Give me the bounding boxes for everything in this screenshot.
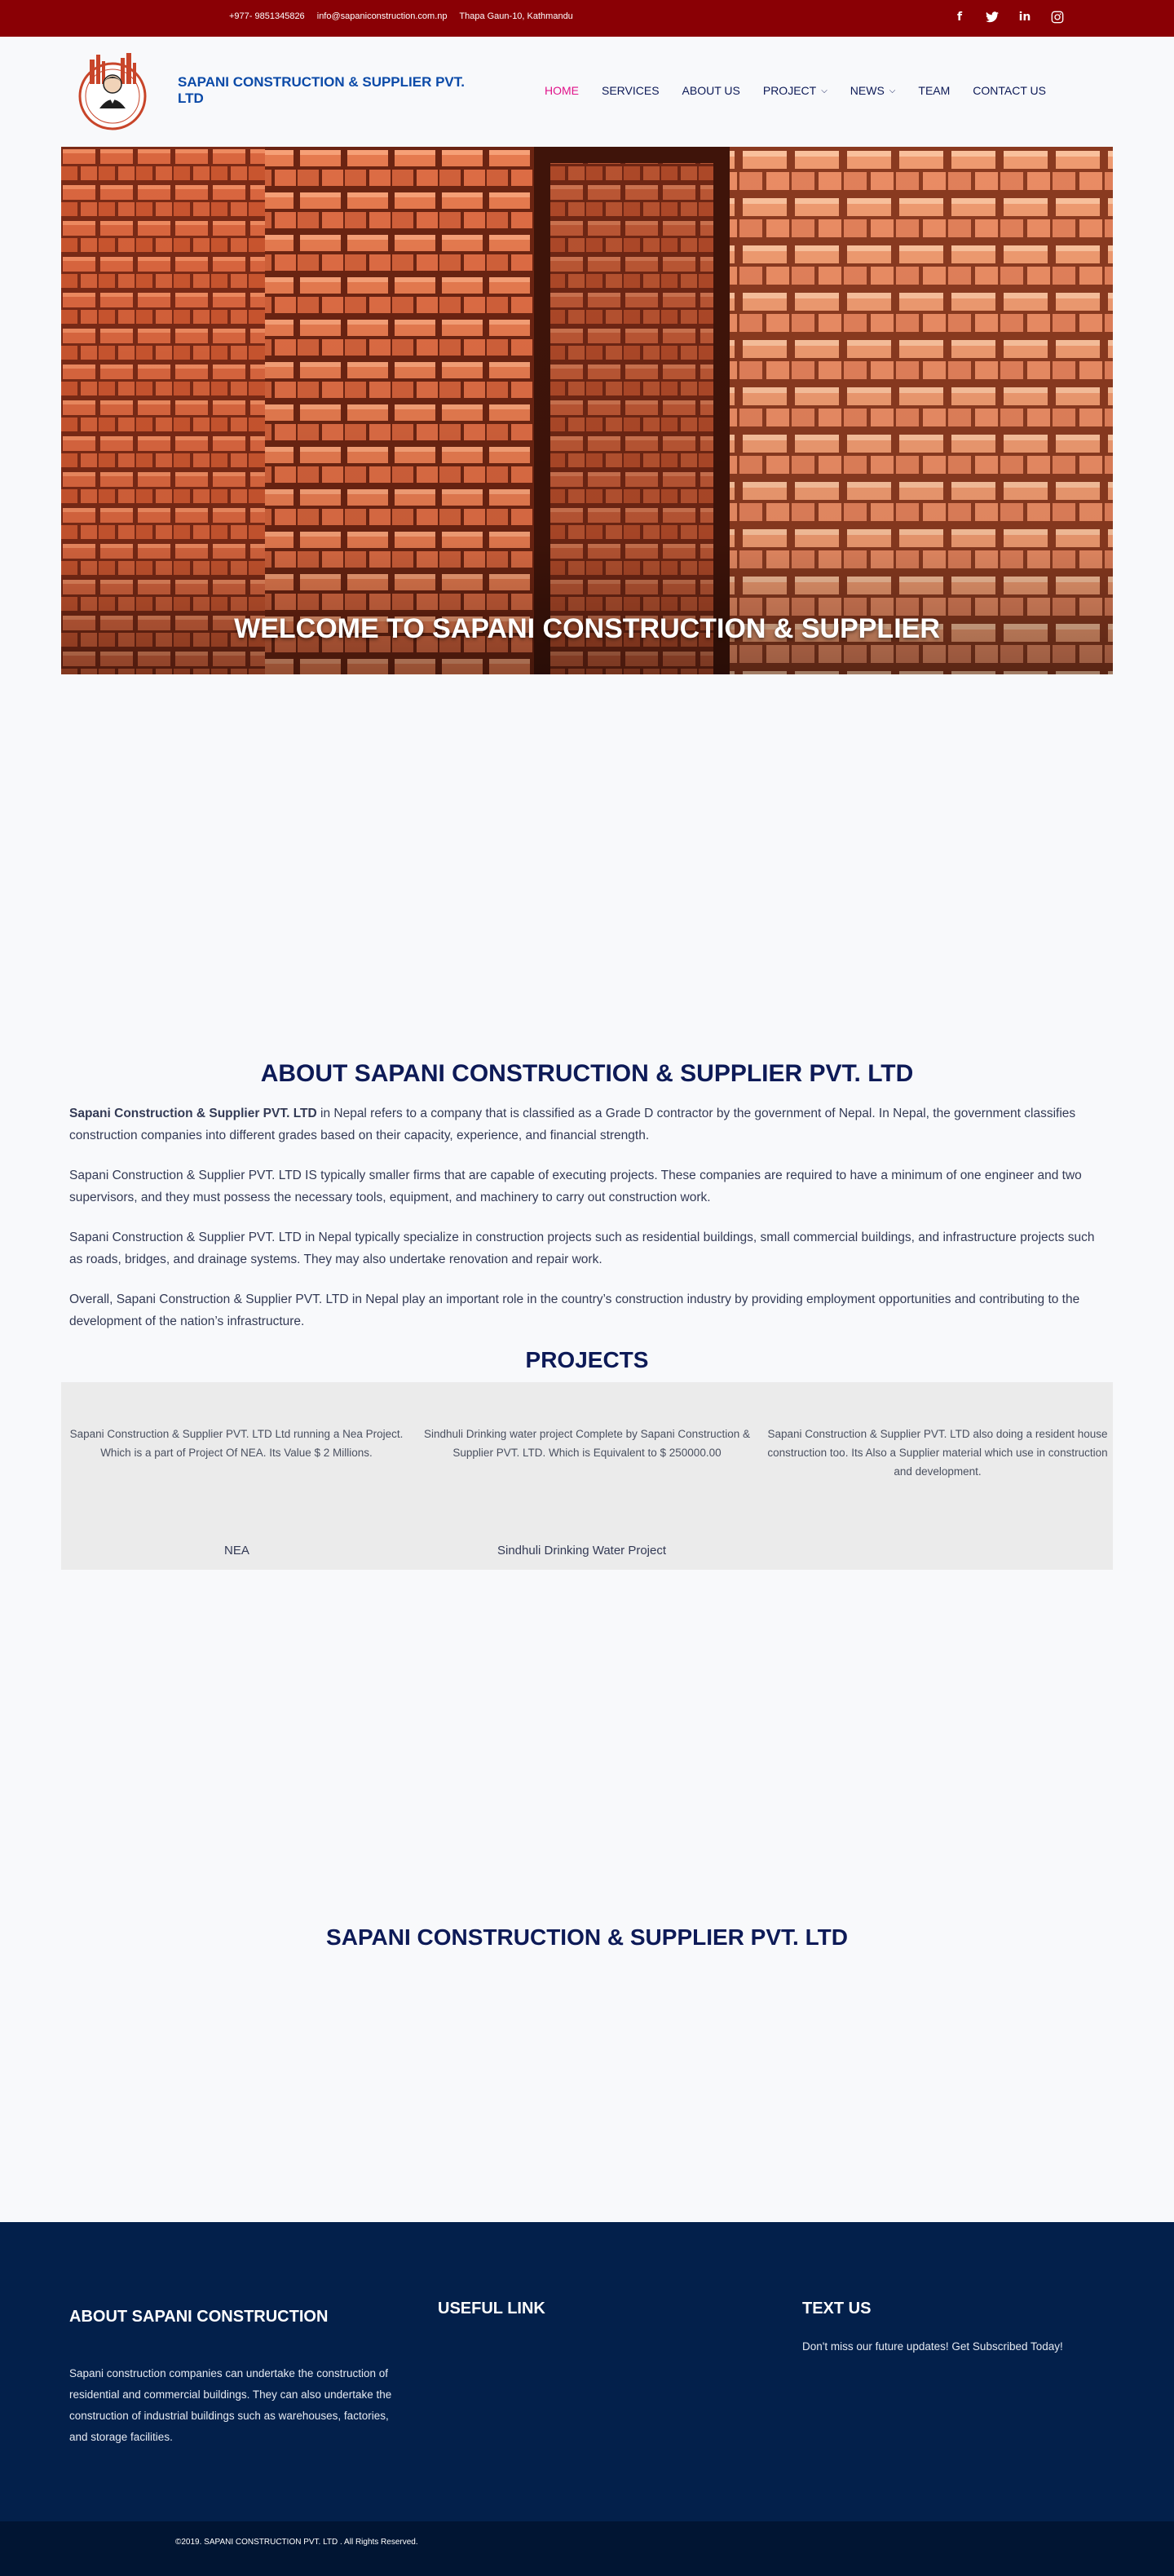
nav-label: PROJECT [762, 84, 817, 97]
footer-about-title: ABOUT SAPANI CONSTRUCTION [69, 2308, 329, 2326]
social-links: f in [952, 10, 1065, 24]
linkedin-icon[interactable]: in [1017, 10, 1032, 24]
top-bar: +977- 9851345826 info@sapaniconstruction… [0, 0, 1174, 37]
chevron-down-icon: ⌵ [889, 86, 896, 95]
project-description: Sapani Construction & Supplier PVT. LTD … [767, 1428, 1108, 1478]
project-description: Sindhuli Drinking water project Complete… [424, 1428, 750, 1459]
copyright-bar: ©2019. SAPANI CONSTRUCTION PVT. LTD . Al… [0, 2521, 1174, 2576]
company-title: SAPANI CONSTRUCTION & SUPPLIER PVT. LTD [326, 1924, 848, 1950]
facebook-icon[interactable]: f [952, 10, 967, 24]
nav-label: CONTACT US [973, 84, 1046, 97]
nav-contact-us[interactable]: CONTACT US [973, 84, 1046, 97]
project-description: Sapani Construction & Supplier PVT. LTD … [69, 1428, 404, 1459]
hero-title: WELCOME TO SAPANI CONSTRUCTION & SUPPLIE… [234, 613, 940, 644]
nav-news[interactable]: NEWS ⌵ [850, 84, 896, 97]
site-footer: ABOUT SAPANI CONSTRUCTION Sapani constru… [0, 2222, 1174, 2521]
project-name[interactable]: Sindhuli Drinking Water Project [497, 1544, 666, 1558]
nav-services[interactable]: SERVICES [602, 84, 660, 97]
projects-title: PROJECTS [525, 1347, 649, 1372]
phone-number[interactable]: +977- 9851345826 [229, 11, 305, 21]
address: Thapa Gaun-10, Kathmandu [459, 11, 573, 21]
chevron-down-icon: ⌵ [821, 86, 828, 95]
copyright-text: ©2019. SAPANI CONSTRUCTION PVT. LTD . Al… [175, 2538, 418, 2547]
hero-banner: WELCOME TO SAPANI CONSTRUCTION & SUPPLIE… [61, 147, 1113, 674]
about-paragraph: Sapani Construction & Supplier PVT. LTD … [69, 1231, 1095, 1266]
nav-label: ABOUT US [682, 84, 740, 97]
about-paragraph: Sapani Construction & Supplier PVT. LTD … [69, 1169, 1082, 1204]
nav-label: NEWS [850, 84, 885, 97]
about-text: Sapani Construction & Supplier PVT. LTD … [69, 1102, 1105, 1350]
footer-about-text: Sapani construction companies can undert… [69, 2367, 392, 2443]
about-paragraph: Overall, Sapani Construction & Supplier … [69, 1292, 1080, 1328]
footer-text-title: TEXT US [802, 2300, 872, 2318]
twitter-icon[interactable] [985, 10, 1000, 24]
instagram-icon[interactable] [1050, 10, 1065, 24]
nav-label: TEAM [918, 84, 951, 97]
company-logo[interactable] [72, 51, 153, 133]
main-nav: HOME SERVICES ABOUT US PROJECT ⌵ NEWS ⌵ TE… [545, 84, 1046, 97]
nav-label: SERVICES [602, 84, 660, 97]
brand-name[interactable]: SAPANI CONSTRUCTION & SUPPLIER PVT. LTD [178, 74, 471, 107]
nav-project[interactable]: PROJECT ⌵ [763, 84, 828, 97]
nav-home[interactable]: HOME [545, 84, 579, 97]
footer-subscribe-text: Don't miss our future updates! Get Subsc… [802, 2340, 1063, 2353]
about-lead-bold: Sapani Construction & Supplier PVT. LTD [69, 1107, 317, 1120]
nav-about-us[interactable]: ABOUT US [682, 84, 740, 97]
brick-stack-image [61, 147, 1113, 674]
email-address[interactable]: info@sapaniconstruction.com.np [317, 11, 448, 21]
nav-team[interactable]: TEAM [918, 84, 950, 97]
top-contact-info: +977- 9851345826 info@sapaniconstruction… [229, 11, 583, 21]
about-title: ABOUT SAPANI CONSTRUCTION & SUPPLIER PVT… [260, 1060, 914, 1087]
nav-label: HOME [545, 84, 579, 97]
about-paragraph: Sapani Construction & Supplier PVT. LTD … [69, 1102, 1105, 1147]
footer-links-title: USEFUL LINK [438, 2300, 545, 2318]
site-header: SAPANI CONSTRUCTION & SUPPLIER PVT. LTD … [0, 37, 1174, 147]
projects-panel: Sapani Construction & Supplier PVT. LTD … [61, 1382, 1113, 1570]
project-name[interactable]: NEA [224, 1544, 249, 1558]
